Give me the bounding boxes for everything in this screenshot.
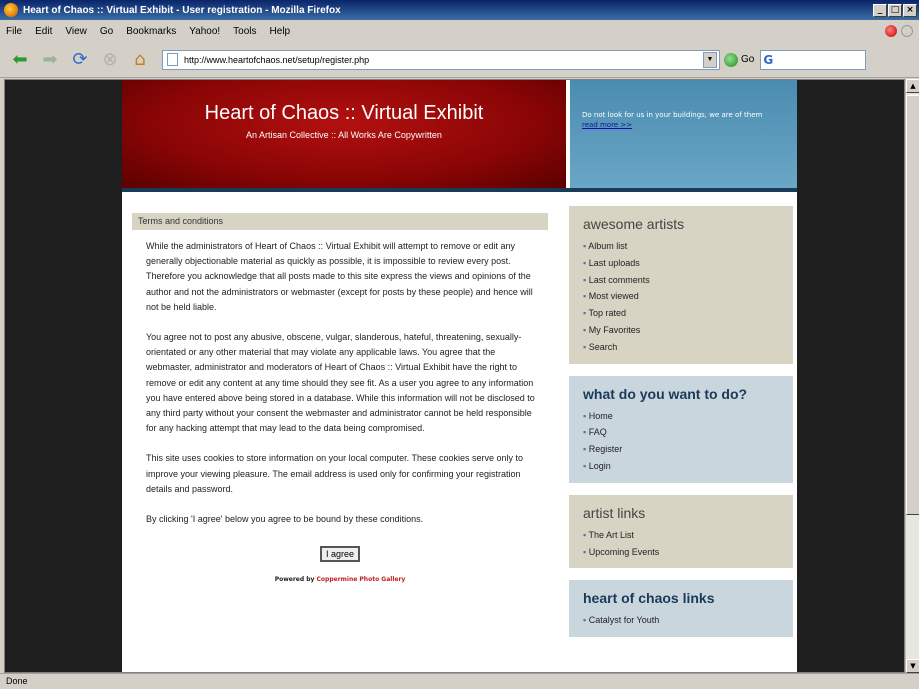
sidebar-item-home[interactable]: Home	[583, 408, 781, 425]
terms-paragraph-4: By clicking 'I agree' below you agree to…	[146, 514, 424, 525]
go-icon[interactable]	[724, 52, 738, 67]
search-box[interactable]: G	[760, 49, 867, 70]
forward-button[interactable]: ➡	[38, 48, 62, 72]
vertical-scrollbar[interactable]: ▲ ▼	[905, 79, 919, 673]
terms-paragraph-3: This site uses cookies to store informat…	[146, 453, 524, 494]
close-button[interactable]: ×	[903, 3, 917, 17]
site-header-banner: Heart of Chaos :: Virtual Exhibit An Art…	[122, 80, 566, 188]
sidebar-item-catalyst[interactable]: Catalyst for Youth	[583, 612, 781, 629]
menu-yahoo[interactable]: Yahoo!	[189, 26, 220, 37]
url-dropdown-button[interactable]: ▼	[703, 51, 717, 68]
artist-links-box: artist links The Art List Upcoming Event…	[569, 494, 793, 569]
coppermine-link[interactable]: Coppermine Photo Gallery	[317, 576, 406, 583]
terms-paragraph-2: You agree not to post any abusive, obsce…	[146, 332, 535, 434]
web-page: Heart of Chaos :: Virtual Exhibit An Art…	[122, 80, 797, 672]
header-quote: Do not look for us in your buildings, we…	[582, 111, 763, 119]
menu-bar: File Edit View Go Bookmarks Yahoo! Tools…	[0, 20, 919, 42]
activity-indicator-icon	[885, 25, 897, 37]
hoc-links-box: heart of chaos links Catalyst for Youth	[569, 580, 793, 638]
home-button[interactable]: ⌂	[128, 48, 152, 72]
window-titlebar: Heart of Chaos :: Virtual Exhibit - User…	[0, 0, 919, 20]
sidebar-item-album-list[interactable]: Album list	[583, 238, 781, 255]
sidebar-item-last-comments[interactable]: Last comments	[583, 272, 781, 289]
terms-body: While the administrators of Heart of Cha…	[132, 230, 548, 527]
sidebar-item-top-rated[interactable]: Top rated	[583, 305, 781, 322]
window-title: Heart of Chaos :: Virtual Exhibit - User…	[23, 4, 341, 16]
page-icon	[167, 53, 178, 66]
throbber-icon	[901, 25, 913, 37]
site-tagline: An Artisan Collective :: All Works Are C…	[246, 130, 442, 140]
main-content: Terms and conditions While the administr…	[132, 213, 548, 583]
sidebar-item-my-favorites[interactable]: My Favorites	[583, 322, 781, 339]
sidebar-item-register[interactable]: Register	[583, 441, 781, 458]
sidebar: awesome artists Album list Last uploads …	[569, 206, 793, 649]
maximize-button[interactable]: □	[888, 3, 902, 17]
site-title[interactable]: Heart of Chaos :: Virtual Exhibit	[122, 102, 566, 125]
awesome-artists-box: awesome artists Album list Last uploads …	[569, 206, 793, 364]
agree-wrapper: I agree	[132, 542, 548, 563]
sidebar-item-search[interactable]: Search	[583, 339, 781, 356]
status-bar: Done	[0, 673, 919, 689]
menu-bookmarks[interactable]: Bookmarks	[126, 26, 176, 37]
what-to-do-box: what do you want to do? Home FAQ Registe…	[569, 375, 793, 483]
sidebar-item-upcoming-events[interactable]: Upcoming Events	[583, 544, 781, 561]
search-input[interactable]	[776, 54, 857, 65]
scroll-up-button[interactable]: ▲	[906, 79, 919, 93]
sidebar-item-art-list[interactable]: The Art List	[583, 527, 781, 544]
right-background	[797, 80, 904, 672]
scroll-thumb[interactable]	[906, 95, 919, 515]
terms-heading: Terms and conditions	[132, 213, 548, 230]
agree-button[interactable]: I agree	[319, 546, 361, 563]
go-button[interactable]: Go	[741, 54, 754, 65]
minimize-button[interactable]: _	[873, 3, 887, 17]
read-more-link[interactable]: read more >>	[582, 121, 787, 129]
left-background	[5, 80, 122, 672]
menu-file[interactable]: File	[6, 26, 22, 37]
menu-help[interactable]: Help	[270, 26, 291, 37]
what-to-do-title: what do you want to do?	[583, 385, 748, 402]
awesome-artists-title: awesome artists	[583, 216, 685, 232]
hoc-links-title: heart of chaos links	[583, 590, 715, 607]
sidebar-item-faq[interactable]: FAQ	[583, 424, 781, 441]
powered-by: Powered by Coppermine Photo Gallery	[132, 576, 548, 583]
header-divider	[122, 188, 797, 192]
sidebar-item-last-uploads[interactable]: Last uploads	[583, 255, 781, 272]
scroll-down-button[interactable]: ▼	[906, 659, 919, 673]
firefox-icon	[4, 3, 18, 17]
menu-go[interactable]: Go	[100, 26, 113, 37]
header-quote-panel: Do not look for us in your buildings, we…	[570, 80, 797, 188]
navigation-toolbar: ⬅ ➡ ⟳ ⊗ ⌂ ▼ Go G	[0, 42, 919, 78]
menu-view[interactable]: View	[65, 26, 87, 37]
terms-paragraph-1: While the administrators of Heart of Cha…	[146, 241, 533, 312]
url-input[interactable]	[184, 54, 703, 65]
back-button[interactable]: ⬅	[8, 48, 32, 72]
reload-button[interactable]: ⟳	[68, 48, 92, 72]
sidebar-item-most-viewed[interactable]: Most viewed	[583, 288, 781, 305]
menu-edit[interactable]: Edit	[35, 26, 52, 37]
menu-tools[interactable]: Tools	[233, 26, 256, 37]
address-bar[interactable]: ▼	[162, 49, 720, 70]
browser-viewport: Heart of Chaos :: Virtual Exhibit An Art…	[4, 79, 905, 673]
google-icon: G	[763, 52, 774, 67]
powered-by-label: Powered by	[274, 576, 315, 584]
stop-button[interactable]: ⊗	[98, 48, 122, 72]
sidebar-item-login[interactable]: Login	[583, 458, 781, 475]
artist-links-title: artist links	[583, 504, 646, 521]
